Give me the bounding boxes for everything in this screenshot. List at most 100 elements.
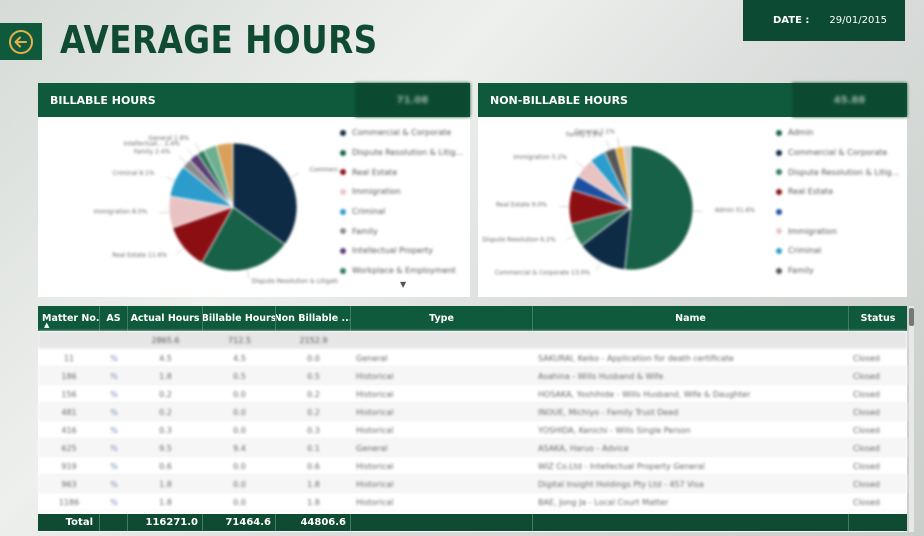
col-status[interactable]: Status	[849, 306, 907, 331]
legend-label: Intellectual Property	[352, 246, 433, 256]
legend-scroll-down-icon[interactable]: ▼	[400, 280, 406, 289]
cell-name: BAE, Jong Ja - Local Court Matter	[538, 497, 669, 507]
legend-item[interactable]: Real Estate	[340, 162, 463, 182]
legend-swatch	[340, 267, 346, 274]
cell-as[interactable]: %	[100, 457, 128, 475]
cell-name: Asahina - Wills Husband & Wife	[538, 371, 664, 381]
legend-item[interactable]: Commercial & Corporate	[340, 123, 463, 143]
legend-item[interactable]: Immigration	[340, 182, 463, 202]
legend-item[interactable]: Admin	[776, 123, 899, 143]
cell-matter: 416	[61, 425, 77, 435]
legend-item[interactable]: Immigration	[776, 221, 899, 241]
legend-item[interactable]: Dispute Resolution & Litig...	[340, 143, 463, 163]
cell-as[interactable]: %	[100, 385, 128, 403]
cell-type: Historical	[356, 425, 394, 435]
cell-name: HOSAKA, Yoshihide - Wills Husband, Wife …	[538, 389, 751, 399]
cell-non-billable: 0.2	[307, 407, 320, 417]
cell-as[interactable]: %	[100, 421, 128, 439]
legend-item[interactable]: Criminal	[776, 241, 899, 261]
table-row[interactable]: 625% 9.5 9.4 0.1 General ASAKA, Haruo - Advic…	[38, 439, 907, 457]
legend-label: Commercial & Corporate	[788, 148, 888, 158]
cell-non-billable: 0.1	[307, 443, 320, 453]
cell-status: Closed	[853, 443, 880, 453]
billable-pie-chart[interactable]: Commercial & Corporate 34.9% Dispute Reso…	[38, 117, 338, 297]
table-row[interactable]: 11% 4.5 4.5 0.0 General SAKURAI, Keiko - Appl…	[38, 349, 907, 367]
legend-item[interactable]	[776, 202, 899, 222]
billable-hours-panel: BILLABLE HOURS 71.08 Commercial & Corpor…	[38, 83, 470, 297]
total-as-empty	[100, 514, 128, 531]
pie-leader-line	[692, 210, 703, 212]
legend-item[interactable]: Dispute Resolution & Litig...	[776, 162, 899, 182]
legend-item[interactable]: Intellectual Property	[340, 241, 463, 261]
table-subtotal-row: 2865.6 712.5 2152.9	[38, 331, 907, 349]
legend-swatch	[340, 228, 346, 235]
table-row[interactable]: 186% 1.8 0.5 0.5 Historical Asahina - Wills H…	[38, 367, 907, 385]
cell-matter: 481	[61, 407, 77, 417]
col-name[interactable]: Name	[533, 306, 849, 331]
cell-as[interactable]: %	[100, 403, 128, 421]
pie-leader-line	[617, 137, 620, 148]
col-billable-hours[interactable]: Billable Hours	[203, 306, 276, 331]
legend-swatch	[776, 228, 782, 235]
billable-chart-area: Commercial & Corporate 34.9% Dispute Reso…	[38, 117, 470, 297]
cell-name: WIZ Co.Ltd - Intellectual Property Gener…	[538, 461, 705, 471]
col-actual-hours[interactable]: Actual Hours	[128, 306, 203, 331]
pie-data-label: Commercial & Corporate 34.9%	[310, 166, 338, 173]
pie-leader-line	[246, 269, 250, 280]
pie-data-label: Real Estate 9.0%	[496, 202, 547, 209]
cell-status: Closed	[853, 353, 880, 363]
legend-item[interactable]: Criminal	[340, 202, 463, 222]
cell-billable: 0.0	[233, 425, 246, 435]
table-row[interactable]: 416% 0.3 0.0 0.3 Historical YOSHIDA, Kenichi …	[38, 421, 907, 439]
table-row[interactable]: 481% 0.2 0.0 0.2 Historical INOUE, Michiyo - …	[38, 403, 907, 421]
total-type-empty	[351, 514, 533, 531]
col-as[interactable]: AS	[100, 306, 128, 331]
cell-as[interactable]: %	[100, 367, 128, 385]
cell-status: Closed	[853, 425, 880, 435]
cell-billable: 0.0	[233, 461, 246, 471]
total-name-empty	[533, 514, 849, 531]
legend-swatch	[776, 169, 782, 176]
cell-matter: 1186	[58, 497, 80, 507]
billable-legend: Commercial & Corporate Dispute Resolution…	[340, 123, 463, 281]
legend-label: Immigration	[352, 187, 401, 197]
cell-type: Historical	[356, 371, 394, 381]
cell-as[interactable]: %	[100, 349, 128, 367]
back-button[interactable]	[0, 23, 42, 60]
cell-billable: 0.0	[233, 497, 246, 507]
pie-slice[interactable]	[624, 145, 694, 271]
pie-leader-line	[575, 161, 584, 169]
col-non-billable[interactable]: Non Billable ...	[276, 306, 351, 331]
table-row[interactable]: 156% 0.2 0.0 0.2 Historical HOSAKA, Yoshihide…	[38, 385, 907, 403]
cell-actual: 0.6	[159, 461, 172, 471]
table-scrollbar[interactable]	[909, 306, 914, 532]
legend-item[interactable]: Family	[776, 261, 899, 281]
non-billable-pie-chart[interactable]: Admin 51.6% Commercial & Corporate 13.0% D…	[478, 117, 778, 297]
col-type[interactable]: Type	[351, 306, 533, 331]
table-body: 2865.6 712.5 2152.9 11% 4.5 4.5 0.0 General S…	[38, 331, 907, 511]
cell-actual: 9.5	[159, 443, 172, 453]
legend-swatch	[776, 149, 782, 156]
table-row[interactable]: 1186% 1.8 0.0 1.8 Historical BAE, Jong Ja - L…	[38, 493, 907, 511]
cell-as[interactable]: %	[100, 475, 128, 493]
cell-non-billable: 0.2	[307, 389, 320, 399]
cell-non-billable: 1.8	[307, 497, 320, 507]
pie-data-label: Criminal 8.1%	[112, 170, 154, 177]
page-title: AVERAGE HOURS	[60, 18, 378, 62]
scrollbar-thumb[interactable]	[909, 308, 914, 326]
table-row[interactable]: 963% 1.8 0.0 1.8 Historical Digital Insight H…	[38, 475, 907, 493]
legend-item[interactable]: Commercial & Corporate	[776, 143, 899, 163]
cell-billable: 0.5	[233, 371, 246, 381]
cell-status: Closed	[853, 407, 880, 417]
table-row[interactable]: 919% 0.6 0.0 0.6 Historical WIZ Co.Ltd - Inte…	[38, 457, 907, 475]
legend-item[interactable]: Family	[340, 221, 463, 241]
cell-non-billable: 0.0	[307, 353, 320, 363]
matters-table: Matter No. ▲ AS Actual Hours Billable Ho…	[38, 306, 907, 532]
cell-billable: 0.0	[233, 389, 246, 399]
total-label: Total	[38, 514, 100, 531]
cell-actual: 0.2	[159, 407, 172, 417]
legend-item[interactable]: Real Estate	[776, 182, 899, 202]
legend-item[interactable]: Workplace & Employment	[340, 261, 463, 281]
cell-as[interactable]: %	[100, 439, 128, 457]
cell-as[interactable]: %	[100, 493, 128, 511]
